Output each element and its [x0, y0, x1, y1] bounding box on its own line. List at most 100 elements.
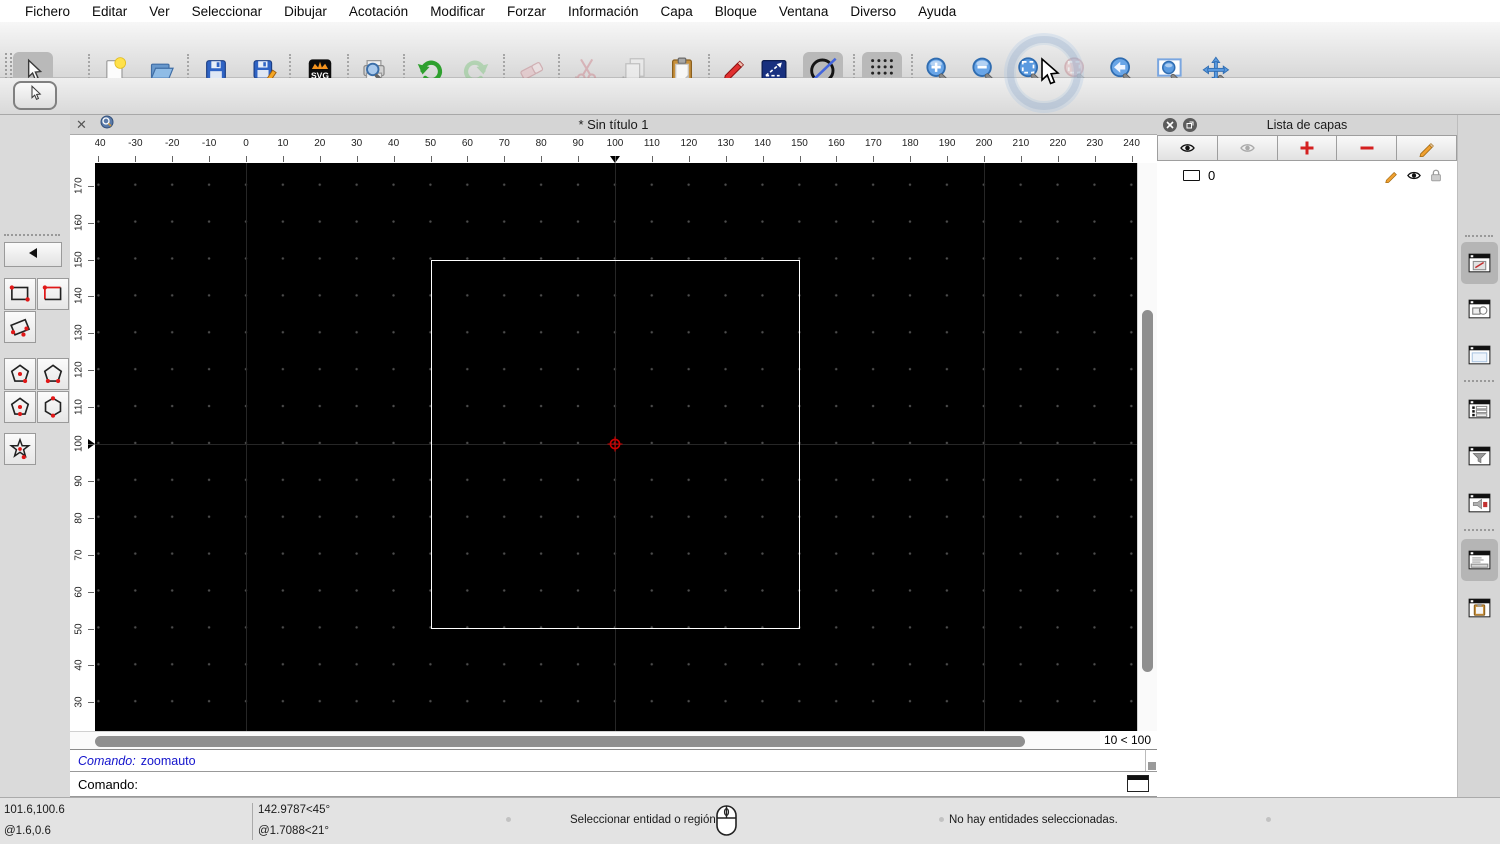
command-input[interactable]: Comando: [70, 771, 1157, 797]
vruler-label: 160 [73, 213, 85, 231]
eye-gray-icon [1239, 144, 1255, 152]
horizontal-scrollbar[interactable] [70, 731, 1100, 749]
dock-drag-handle[interactable] [1465, 235, 1493, 238]
vruler-label: 120 [73, 361, 85, 379]
command-line-window-icon [1468, 550, 1491, 569]
hruler-label: 140 [754, 138, 771, 149]
layer-list-dock-button[interactable] [1461, 242, 1498, 284]
command-window-toggle-button[interactable] [1127, 775, 1149, 792]
hruler-label: 130 [717, 138, 735, 149]
layer-visibility-eye-icon[interactable] [1406, 168, 1422, 183]
vruler-tick [88, 222, 94, 224]
entity-list-dock-button[interactable] [1461, 388, 1498, 430]
vruler-tick [88, 591, 94, 593]
hide-all-layers-button[interactable] [1216, 135, 1278, 161]
menu-modificar[interactable]: Modificar [419, 4, 496, 19]
add-layer-button[interactable] [1276, 135, 1338, 161]
menu-editar[interactable]: Editar [81, 4, 138, 19]
vruler-label: 170 [73, 177, 85, 194]
status-dot [1266, 817, 1271, 822]
hruler-label: 10 [277, 138, 289, 149]
selection-status: No hay entidades seleccionadas. [949, 814, 1118, 826]
tool-polygon-2-vertices[interactable] [37, 358, 69, 390]
hruler-label: -30 [128, 138, 143, 149]
menu-diverso[interactable]: Diverso [839, 4, 907, 19]
menu-ayuda[interactable]: Ayuda [907, 4, 967, 19]
hruler-tick [1094, 156, 1096, 162]
layer-lock-icon[interactable] [1429, 168, 1443, 183]
status-bar: 101.6,100.6 @1.6,0.6 142.9787<45° @1.708… [0, 797, 1500, 844]
dock-widgets-strip [1457, 115, 1500, 797]
hruler-label: 230 [1086, 138, 1104, 149]
block-preview-dock-button[interactable] [1461, 482, 1498, 524]
show-all-layers-button[interactable] [1157, 135, 1218, 161]
hruler-tick [615, 156, 616, 162]
tool-options-toolbar [0, 78, 1500, 187]
menu-ventana[interactable]: Ventana [768, 4, 840, 19]
rectangle-3-points-icon [10, 318, 31, 337]
current-tool-select-button[interactable] [13, 81, 57, 110]
tool-rectangle-corner-size[interactable] [37, 278, 69, 310]
tool-polygon-center-side[interactable] [4, 391, 36, 423]
minus-icon [1360, 146, 1374, 150]
hruler-tick [1057, 156, 1059, 162]
tool-star[interactable] [4, 433, 36, 465]
tool-rectangle-2-corners[interactable] [4, 278, 36, 310]
panel-detach-icon[interactable] [1183, 118, 1197, 132]
block-list-dock-button[interactable] [1461, 288, 1498, 330]
hruler-tick [873, 156, 875, 162]
entity-list-window-icon [1468, 399, 1491, 418]
vruler-tick [88, 517, 94, 519]
menu-fichero[interactable]: Fichero [14, 4, 81, 19]
hruler-label: 120 [680, 138, 698, 149]
hruler-label: 70 [498, 138, 510, 149]
palette-drag-handle[interactable] [4, 234, 60, 237]
vertical-scrollbar[interactable] [1137, 163, 1157, 731]
vruler-tick [88, 333, 94, 335]
vruler-tick [88, 628, 94, 630]
layer-row[interactable]: 0 [1157, 165, 1457, 185]
librecad-window: Fichero Editar Ver Seleccionar Dibujar A… [0, 0, 1500, 844]
hruler-tick [504, 156, 506, 162]
command-history-scrollbar[interactable] [1145, 749, 1157, 771]
menu-forzar[interactable]: Forzar [496, 4, 557, 19]
hruler-tick [541, 156, 543, 162]
vruler-tick [88, 370, 94, 372]
layer-edit-pencil-icon[interactable] [1384, 168, 1399, 183]
clipboard-dock-button[interactable] [1461, 587, 1498, 629]
document-title: * Sin título 1 [578, 117, 649, 132]
remove-layer-button[interactable] [1336, 135, 1398, 161]
menu-acotacion[interactable]: Acotación [338, 4, 419, 19]
selection-filter-dock-button[interactable] [1461, 435, 1498, 477]
menu-bloque[interactable]: Bloque [704, 4, 768, 19]
menu-seleccionar[interactable]: Seleccionar [181, 4, 274, 19]
tool-polygon-vertex-vertex[interactable] [37, 391, 69, 423]
vertical-scrollbar-thumb[interactable] [1142, 310, 1153, 672]
library-browser-dock-button[interactable] [1461, 334, 1498, 376]
absolute-coordinates: 101.6,100.6 [4, 804, 65, 816]
vruler-label: 100 [73, 435, 85, 452]
hruler-label: -10 [201, 138, 217, 149]
layer-list-window-icon [1468, 253, 1491, 272]
command-line-dock-button[interactable] [1461, 539, 1498, 581]
menu-ver[interactable]: Ver [138, 4, 180, 19]
panel-close-icon[interactable] [1163, 118, 1177, 132]
pencil-icon [1419, 142, 1434, 157]
tool-polygon-center-vertex[interactable] [4, 358, 36, 390]
menu-informacion[interactable]: Información [557, 4, 650, 19]
vruler-tick [88, 554, 94, 556]
vruler-tick [88, 185, 94, 187]
edit-layer-button[interactable] [1396, 135, 1457, 161]
menu-dibujar[interactable]: Dibujar [273, 4, 338, 19]
hruler-label: 200 [975, 138, 993, 149]
hruler-tick [135, 156, 137, 162]
tool-rectangle-3-points[interactable] [4, 311, 36, 343]
layer-shape-icon [1183, 169, 1200, 181]
palette-back-button[interactable] [4, 242, 62, 267]
horizontal-scrollbar-thumb[interactable] [95, 736, 1025, 747]
hruler-tick [282, 156, 284, 162]
drawing-canvas[interactable] [95, 163, 1137, 731]
block-list-window-icon [1468, 299, 1491, 318]
meta-grid-line [246, 163, 247, 731]
menu-capa[interactable]: Capa [650, 4, 704, 19]
